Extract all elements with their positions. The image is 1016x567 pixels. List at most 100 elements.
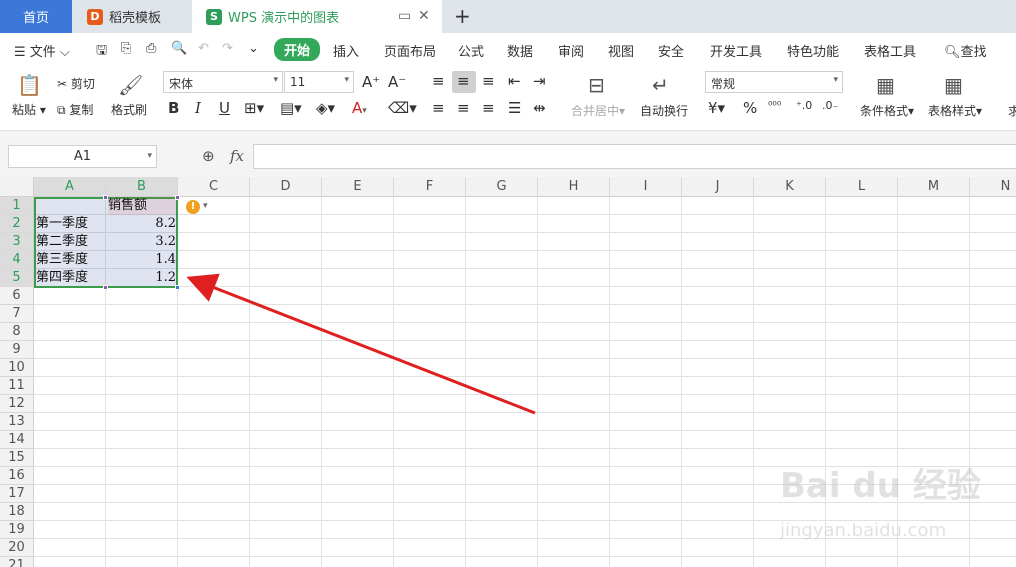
- print-icon[interactable]: ⎙: [146, 41, 156, 56]
- increase-decimal-icon[interactable]: ⁺.0: [796, 99, 812, 112]
- tab-template[interactable]: D 稻壳模板: [73, 0, 190, 33]
- search-icon: 🔍︎: [944, 45, 961, 60]
- fill-color-icon[interactable]: ◈▾: [316, 99, 335, 117]
- underline-icon[interactable]: U: [219, 99, 230, 117]
- cut-button[interactable]: ✂ 剪切: [57, 75, 95, 92]
- menu-data[interactable]: 数据: [507, 41, 533, 60]
- menu-security[interactable]: 安全: [658, 41, 684, 60]
- font-name-select[interactable]: 宋体 ▾: [163, 71, 283, 93]
- menu-review[interactable]: 审阅: [558, 41, 584, 60]
- format-painter-icon[interactable]: 🖌: [118, 73, 143, 97]
- menu-file-label: 文件: [29, 45, 56, 60]
- zoom-formula-icon[interactable]: ⊕: [202, 147, 215, 165]
- menu-insert[interactable]: 插入: [333, 41, 359, 60]
- table-style-label: 表格样式: [928, 104, 977, 118]
- paste-icon[interactable]: 📋: [17, 73, 42, 97]
- search-button[interactable]: 🔍︎查找: [944, 41, 987, 60]
- align-top-icon[interactable]: ≡: [432, 72, 445, 90]
- decrease-font-icon[interactable]: A⁻: [388, 73, 406, 91]
- spreadsheet-logo-icon: S: [206, 8, 222, 25]
- bold-icon[interactable]: B: [168, 99, 179, 117]
- increase-font-icon[interactable]: A⁺: [362, 73, 380, 91]
- tab-home[interactable]: 首页: [0, 0, 72, 33]
- tab-document[interactable]: S WPS 演示中的图表 ▭ ✕: [192, 0, 442, 33]
- quick-access-dropdown-icon[interactable]: ⌄: [248, 41, 259, 56]
- export-icon[interactable]: ⎘: [121, 41, 131, 56]
- merge-cells-icon[interactable]: ⊟: [588, 73, 605, 97]
- align-left-icon[interactable]: ≡: [432, 99, 445, 117]
- search-label: 查找: [960, 45, 987, 60]
- font-size-value: 11: [290, 75, 306, 89]
- wps-spreadsheet-window: 首页 D 稻壳模板 S WPS 演示中的图表 ▭ ✕ + ☰ 文件 ⌵ 🖫 ⎘ …: [0, 0, 1016, 567]
- chevron-down-icon: ▾: [273, 75, 278, 85]
- conditional-format-button[interactable]: 条件格式▾: [860, 102, 914, 119]
- wrap-text-button[interactable]: 自动换行: [640, 102, 688, 119]
- spreadsheet-grid: ABCDEFGHIJKLMN 1 2 3 4 5 6 7 8 9 10 11 12 13 14 15 16 17…: [0, 177, 1016, 567]
- menu-page-layout[interactable]: 页面布局: [384, 41, 436, 60]
- clear-format-icon[interactable]: ⌫▾: [388, 99, 417, 117]
- watermark-logo: Bai du 经验: [780, 466, 981, 506]
- percent-icon[interactable]: %: [743, 99, 757, 117]
- red-arrow: [186, 273, 536, 415]
- annotation-arrow-layer: [186, 273, 536, 415]
- font-color-icon[interactable]: A▾: [352, 99, 367, 117]
- error-check-icon[interactable]: !: [186, 200, 200, 214]
- formula-input[interactable]: [253, 144, 1016, 169]
- menu-file-button[interactable]: ☰ 文件 ⌵: [14, 41, 70, 60]
- fill-pattern-icon[interactable]: ▤▾: [280, 99, 302, 117]
- currency-icon[interactable]: ¥▾: [708, 99, 725, 117]
- italic-icon[interactable]: I: [195, 99, 201, 117]
- table-style-button[interactable]: 表格样式▾: [928, 102, 982, 119]
- save-icon[interactable]: 🖫: [96, 41, 107, 63]
- number-format-value: 常规: [711, 77, 736, 91]
- align-center-icon[interactable]: ≡: [457, 99, 470, 117]
- close-tab-icon[interactable]: ✕: [418, 8, 430, 24]
- name-box[interactable]: A1 ▾: [8, 145, 157, 168]
- decrease-decimal-icon[interactable]: .0₋: [822, 99, 838, 112]
- border-icon[interactable]: ⊞▾: [244, 99, 264, 117]
- undo-icon[interactable]: ↶: [198, 41, 209, 56]
- wrap-text-icon[interactable]: ↵: [652, 73, 669, 97]
- print-preview-icon[interactable]: 🔍: [171, 41, 187, 56]
- conditional-format-label: 条件格式: [860, 104, 909, 118]
- justify-icon[interactable]: ☰: [508, 99, 521, 117]
- table-style-icon[interactable]: ▦: [944, 73, 963, 97]
- tab-home-label: 首页: [22, 11, 49, 26]
- menu-home[interactable]: 开始: [274, 38, 321, 61]
- format-painter-button[interactable]: 格式刷: [111, 101, 147, 118]
- pin-window-icon[interactable]: ▭: [398, 8, 411, 24]
- home-ribbon: 📋 粘贴 ▾ ✂ 剪切 ⧉ 复制 🖌 格式刷 宋体 ▾ 11 ▾ A⁺ A⁻ B I…: [0, 65, 1016, 131]
- conditional-format-icon[interactable]: ▦: [876, 73, 895, 97]
- menu-formulas[interactable]: 公式: [458, 41, 484, 60]
- chevron-down-icon: ▾: [344, 75, 349, 85]
- align-middle-icon[interactable]: ≡: [457, 72, 470, 90]
- scissors-icon: ✂: [57, 77, 68, 91]
- redo-icon[interactable]: ↷: [222, 41, 233, 56]
- decrease-indent-icon[interactable]: ⇤: [508, 72, 521, 90]
- insert-function-icon[interactable]: fx: [230, 147, 244, 165]
- menu-view[interactable]: 视图: [608, 41, 634, 60]
- align-right-icon[interactable]: ≡: [482, 99, 495, 117]
- distributed-icon[interactable]: ⇹: [533, 99, 546, 117]
- font-name-value: 宋体: [169, 77, 194, 91]
- merge-center-button[interactable]: 合并居中▾: [571, 102, 625, 119]
- sum-button-partial[interactable]: 求: [1008, 102, 1016, 119]
- copy-button[interactable]: ⧉ 复制: [57, 101, 93, 118]
- number-format-select[interactable]: 常规 ▾: [705, 71, 843, 93]
- copy-label: 复制: [69, 103, 94, 117]
- document-tab-bar: 首页 D 稻壳模板 S WPS 演示中的图表 ▭ ✕ +: [0, 0, 1016, 33]
- thousands-icon[interactable]: ⁰⁰⁰: [768, 99, 781, 112]
- merge-center-label: 合并居中: [571, 104, 620, 118]
- formula-bar: A1 ▾ ⊕ fx: [0, 131, 1016, 177]
- align-bottom-icon[interactable]: ≡: [482, 72, 495, 90]
- paste-button[interactable]: 粘贴 ▾: [12, 101, 46, 118]
- font-size-select[interactable]: 11 ▾: [284, 71, 354, 93]
- chevron-down-icon: ▾: [833, 75, 838, 85]
- increase-indent-icon[interactable]: ⇥: [533, 72, 546, 90]
- new-tab-plus-icon[interactable]: +: [454, 4, 471, 28]
- menu-table-tools[interactable]: 表格工具: [864, 41, 916, 60]
- menu-developer[interactable]: 开发工具: [710, 41, 762, 60]
- menu-special-features[interactable]: 特色功能: [787, 41, 839, 60]
- cut-label: 剪切: [70, 77, 95, 91]
- chevron-down-icon[interactable]: ▾: [203, 201, 208, 211]
